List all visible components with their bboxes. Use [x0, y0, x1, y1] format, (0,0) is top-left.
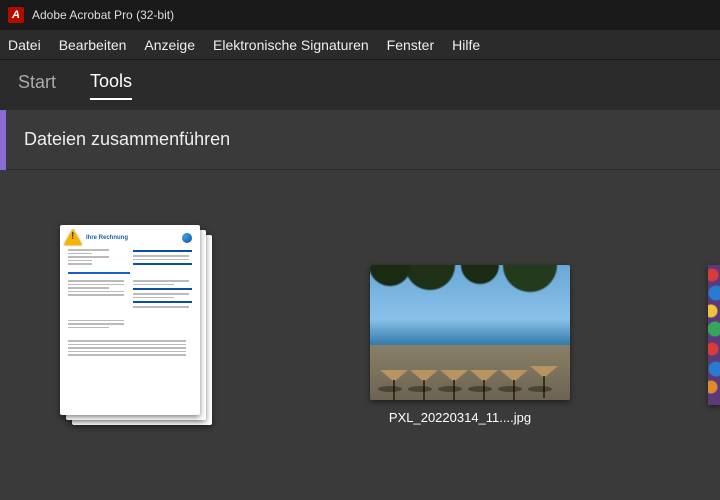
warning-icon — [64, 229, 82, 245]
file-label-photo: PXL_20220314_11....jpg — [370, 410, 550, 425]
menu-hilfe[interactable]: Hilfe — [452, 37, 480, 53]
menu-anzeige[interactable]: Anzeige — [144, 37, 195, 53]
file-thumb-photo[interactable]: PXL_20220314_11....jpg — [370, 265, 570, 425]
menu-fenster[interactable]: Fenster — [387, 37, 434, 53]
tab-tools[interactable]: Tools — [90, 71, 132, 100]
pdf-stack-preview: Ihre Rechnung — [60, 225, 210, 425]
menu-bar: Datei Bearbeiten Anzeige Elektronische S… — [0, 30, 720, 60]
content-area: Ihre Rechnung — [0, 170, 720, 500]
menu-signaturen[interactable]: Elektronische Signaturen — [213, 37, 369, 53]
tool-title: Dateien zusammenführen — [24, 129, 230, 150]
photo-preview — [370, 265, 570, 400]
acrobat-icon: A — [8, 7, 24, 23]
window-title: Adobe Acrobat Pro (32-bit) — [32, 8, 174, 22]
file-thumb-pdf[interactable]: Ihre Rechnung — [60, 225, 210, 435]
doc-heading: Ihre Rechnung — [86, 235, 128, 241]
title-bar: A Adobe Acrobat Pro (32-bit) — [0, 0, 720, 30]
tab-bar: Start Tools — [0, 60, 720, 110]
menu-bearbeiten[interactable]: Bearbeiten — [59, 37, 127, 53]
tool-header: Dateien zusammenführen — [0, 110, 720, 170]
menu-datei[interactable]: Datei — [8, 37, 41, 53]
pdf-page-front: Ihre Rechnung — [60, 225, 200, 415]
accent-strip — [0, 110, 6, 170]
o2-logo-icon — [182, 233, 192, 243]
tab-start[interactable]: Start — [18, 72, 56, 99]
file-thumb-partial[interactable] — [708, 265, 720, 405]
